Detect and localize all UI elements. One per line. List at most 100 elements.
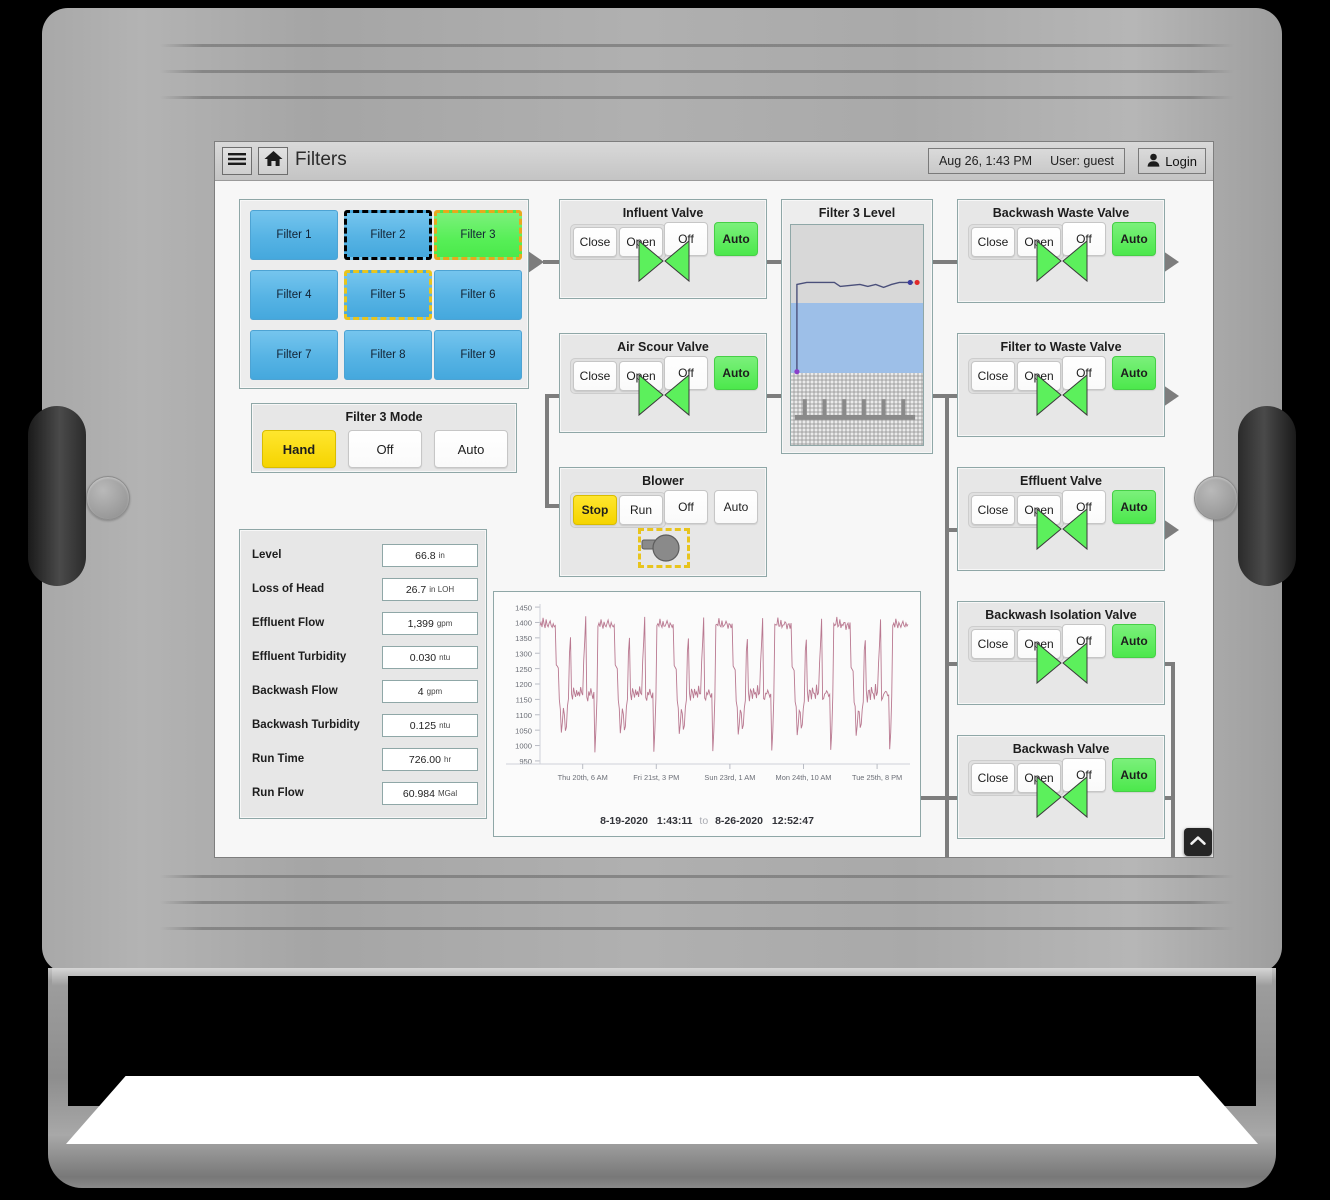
air-scour-valve-icon[interactable] — [638, 373, 690, 417]
value-number: 0.030 — [410, 652, 436, 664]
value-unit: ntu — [439, 721, 450, 730]
backwash-valve-icon[interactable] — [1036, 775, 1088, 819]
data-row: Level 66.8 in — [250, 544, 478, 568]
filter-selection-grid: Filter 1 Filter 2 Filter 3 Filter 4 Filt… — [239, 199, 529, 389]
svg-text:950: 950 — [519, 757, 532, 766]
data-value-backwash-flow[interactable]: 4 gpm — [382, 680, 478, 703]
filter-tile-8[interactable]: Filter 8 — [344, 330, 432, 380]
data-row: Backwash Flow 4 gpm — [250, 680, 478, 704]
influent-close-button[interactable]: Close — [573, 227, 617, 257]
air-scour-close-button[interactable]: Close — [573, 361, 617, 391]
value-number: 726.00 — [409, 754, 441, 766]
mode-hand-button[interactable]: Hand — [262, 430, 336, 468]
data-value-effluent-turbidity[interactable]: 0.030 ntu — [382, 646, 478, 669]
filter-level-title: Filter 3 Level — [782, 206, 932, 220]
login-label: Login — [1165, 154, 1197, 169]
mode-auto-button[interactable]: Auto — [434, 430, 508, 468]
filter-to-waste-valve-icon[interactable] — [1036, 373, 1088, 417]
effluent-auto-button[interactable]: Auto — [1112, 490, 1156, 524]
blower-equipment-selection[interactable] — [638, 528, 690, 568]
trend-chart-panel[interactable]: 9501000105011001150120012501300135014001… — [493, 591, 921, 837]
filter-to-waste-valve-panel: Filter to Waste Valve Close Open Off Aut… — [957, 333, 1165, 437]
backwash-isolation-valve-title: Backwash Isolation Valve — [958, 608, 1164, 622]
tablet-grip-left — [28, 406, 86, 586]
inlet-flow-arrow — [528, 251, 544, 273]
login-button[interactable]: Login — [1138, 148, 1206, 174]
influent-valve-icon[interactable] — [638, 239, 690, 283]
filter-tile-label: Filter 7 — [276, 349, 311, 361]
blower-stop-button[interactable]: Stop — [573, 495, 617, 525]
effluent-valve-icon[interactable] — [1036, 507, 1088, 551]
backwash-waste-valve-icon[interactable] — [1036, 239, 1088, 283]
filter-tank[interactable] — [790, 224, 924, 446]
filter-tile-1[interactable]: Filter 1 — [250, 210, 338, 260]
data-row: Loss of Head 26.7 in LOH — [250, 578, 478, 602]
effluent-close-button[interactable]: Close — [971, 495, 1015, 525]
svg-text:1000: 1000 — [515, 742, 532, 751]
home-button[interactable] — [258, 147, 288, 175]
filter-to-waste-close-button[interactable]: Close — [971, 361, 1015, 391]
value-number: 4 — [418, 686, 424, 698]
backwash-waste-valve-title: Backwash Waste Valve — [958, 206, 1164, 220]
app-header: Filters Aug 26, 1:43 PM User: guest Logi… — [215, 142, 1213, 181]
value-unit: in LOH — [429, 585, 454, 594]
data-value-loss-of-head[interactable]: 26.7 in LOH — [382, 578, 478, 601]
filter-to-waste-auto-button[interactable]: Auto — [1112, 356, 1156, 390]
backwash-waste-close-button[interactable]: Close — [971, 227, 1015, 257]
filter-level-panel: Filter 3 Level — [781, 199, 933, 454]
blower-panel: Blower Stop Run Off Auto — [559, 467, 767, 577]
tablet-enclosure: Filters Aug 26, 1:43 PM User: guest Logi… — [42, 8, 1282, 973]
scroll-up-button[interactable] — [1184, 828, 1212, 856]
tablet-stand — [48, 968, 1276, 1188]
data-value-effluent-flow[interactable]: 1,399 gpm — [382, 612, 478, 635]
svg-text:Thu 20th, 6 AM: Thu 20th, 6 AM — [558, 773, 608, 782]
filter-tile-4[interactable]: Filter 4 — [250, 270, 338, 320]
filter-tile-label: Filter 8 — [370, 349, 405, 361]
menu-button[interactable] — [222, 147, 252, 175]
filter-tile-label: Filter 6 — [460, 289, 495, 301]
filter-tile-7[interactable]: Filter 7 — [250, 330, 338, 380]
svg-text:Fri 21st, 3 PM: Fri 21st, 3 PM — [633, 773, 679, 782]
svg-text:Sun 23rd, 1 AM: Sun 23rd, 1 AM — [704, 773, 755, 782]
svg-text:1050: 1050 — [515, 726, 532, 735]
hmi-canvas: Filter 1 Filter 2 Filter 3 Filter 4 Filt… — [215, 181, 1214, 858]
blower-off-button[interactable]: Off — [664, 490, 708, 524]
effluent-valve-title: Effluent Valve — [958, 474, 1164, 488]
blower-run-button[interactable]: Run — [619, 495, 663, 525]
backwash-waste-auto-button[interactable]: Auto — [1112, 222, 1156, 256]
backwash-close-button[interactable]: Close — [971, 763, 1015, 793]
effluent-outlet-arrow — [1163, 519, 1179, 541]
data-label: Effluent Turbidity — [252, 651, 346, 663]
range-end-date: 8-26-2020 — [715, 815, 763, 827]
filter-to-waste-valve-title: Filter to Waste Valve — [958, 340, 1164, 354]
home-icon — [264, 150, 283, 172]
influent-auto-button[interactable]: Auto — [714, 222, 758, 256]
filter-tile-label: Filter 3 — [460, 229, 495, 241]
data-value-backwash-turbidity[interactable]: 0.125 ntu — [382, 714, 478, 737]
backwash-isolation-auto-button[interactable]: Auto — [1112, 624, 1156, 658]
backwash-isolation-valve-icon[interactable] — [1036, 641, 1088, 685]
data-label: Run Time — [252, 753, 304, 765]
filter-tile-9[interactable]: Filter 9 — [434, 330, 522, 380]
hamburger-icon — [228, 152, 246, 171]
chevron-up-icon — [1190, 833, 1206, 851]
tablet-button-left[interactable] — [86, 476, 130, 520]
filter-tile-5[interactable]: Filter 5 — [344, 270, 432, 320]
speaker-grille-top — [160, 30, 1282, 135]
backwash-auto-button[interactable]: Auto — [1112, 758, 1156, 792]
value-number: 26.7 — [406, 584, 426, 596]
air-scour-auto-button[interactable]: Auto — [714, 356, 758, 390]
svg-text:1300: 1300 — [515, 649, 532, 658]
filter-tile-label: Filter 9 — [460, 349, 495, 361]
data-value-run-time[interactable]: 726.00 hr — [382, 748, 478, 771]
filter-tile-2[interactable]: Filter 2 — [344, 210, 432, 260]
data-value-level[interactable]: 66.8 in — [382, 544, 478, 567]
filter-tile-6[interactable]: Filter 6 — [434, 270, 522, 320]
filter-tile-3[interactable]: Filter 3 — [434, 210, 522, 260]
backwash-isolation-close-button[interactable]: Close — [971, 629, 1015, 659]
data-value-run-flow[interactable]: 60.984 MGal — [382, 782, 478, 805]
mode-off-button[interactable]: Off — [348, 430, 422, 468]
trend-chart: 9501000105011001150120012501300135014001… — [494, 592, 922, 806]
blower-auto-button[interactable]: Auto — [714, 490, 758, 524]
tablet-button-right[interactable] — [1194, 476, 1238, 520]
